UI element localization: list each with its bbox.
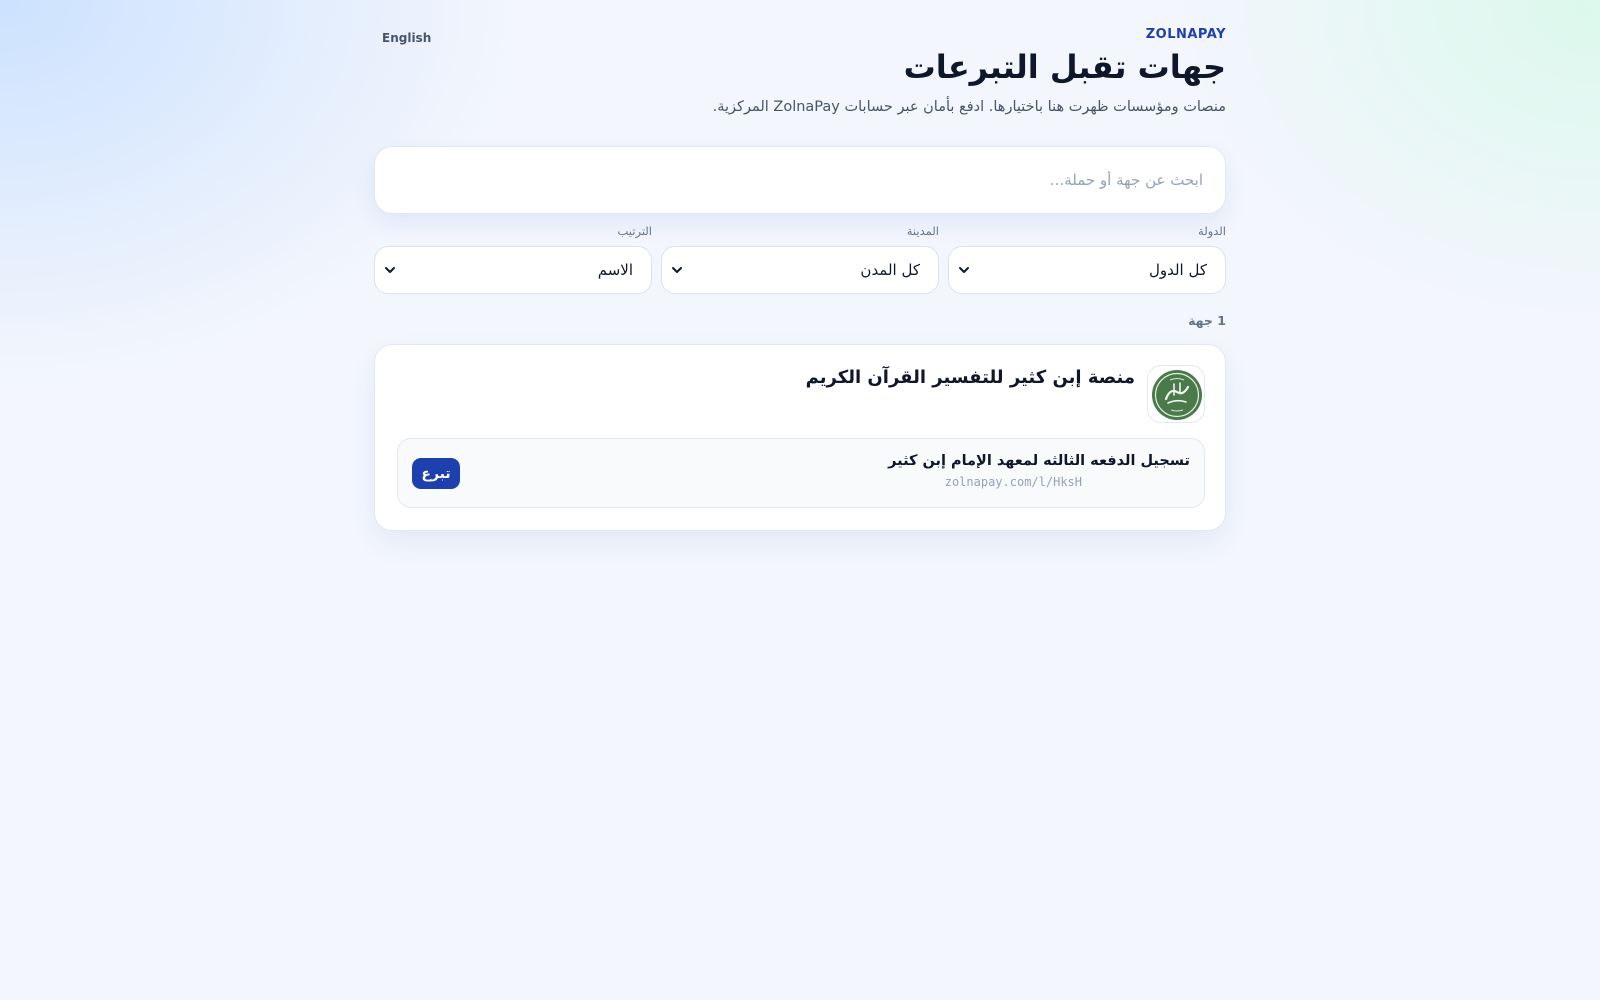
donate-button[interactable]: تبرع	[412, 458, 460, 489]
sort-select[interactable]: الاسم	[374, 246, 652, 294]
campaign-title: تسجيل الدفعه الثالثه لمعهد الإمام إبن كث…	[888, 453, 1190, 469]
page-subtitle: منصات ومؤسسات ظهرت هنا باختيارها. ادفع ب…	[712, 99, 1226, 115]
brand-name: ZOLNAPAY	[1145, 27, 1226, 42]
search-card	[374, 146, 1226, 214]
city-select[interactable]: كل المدن	[661, 246, 939, 294]
city-select-value: كل المدن	[860, 261, 920, 279]
campaign-item: تسجيل الدفعه الثالثه لمعهد الإمام إبن كث…	[397, 438, 1205, 508]
campaign-link[interactable]: zolnapay.com/l/HksH	[945, 475, 1082, 489]
page-title: جهات تقبل التبرعات	[903, 48, 1226, 86]
results-count: 1 جهة	[1188, 313, 1226, 328]
chevron-down-icon	[672, 267, 682, 273]
ibn-kathir-seal-icon	[1152, 370, 1202, 420]
page-container: English ZOLNAPAY جهات تقبل التبرعات منصا…	[374, 0, 1226, 1000]
search-input[interactable]	[375, 147, 1225, 213]
country-filter-label: الدولة	[1198, 224, 1226, 238]
country-select-value: كل الدول	[1148, 261, 1207, 279]
language-toggle-button[interactable]: English	[382, 31, 431, 45]
sort-select-value: الاسم	[597, 261, 633, 279]
organization-name[interactable]: منصة إبن كثير للتفسير القرآن الكريم	[806, 367, 1135, 388]
organization-logo[interactable]	[1147, 365, 1205, 423]
sort-filter-label: الترتيب	[617, 224, 652, 238]
organization-card: منصة إبن كثير للتفسير القرآن الكريم تسجي…	[374, 344, 1226, 531]
chevron-down-icon	[959, 267, 969, 273]
country-select[interactable]: كل الدول	[948, 246, 1226, 294]
city-filter-label: المدينة	[906, 224, 939, 238]
chevron-down-icon	[385, 267, 395, 273]
